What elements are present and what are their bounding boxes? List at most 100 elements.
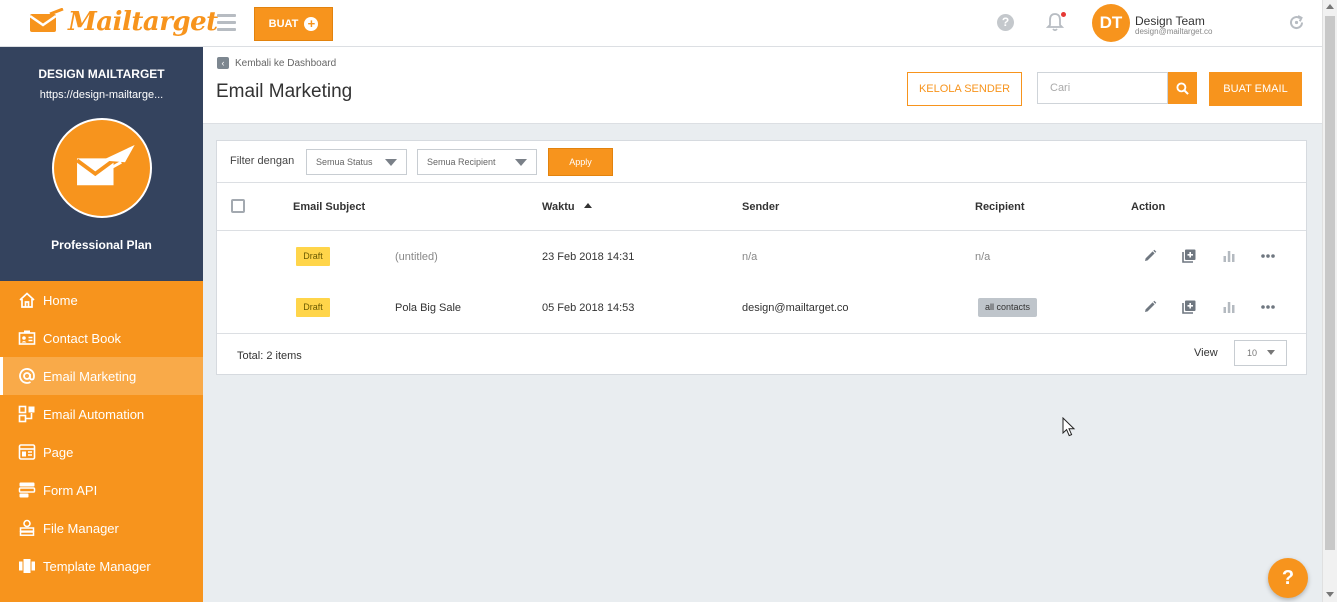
report-chart-icon[interactable] (1221, 299, 1237, 315)
create-button[interactable]: BUAT + (254, 7, 333, 41)
email-subject[interactable]: (untitled) (395, 251, 438, 263)
top-bar: Mailtarget BUAT + ? DT Design Team desig… (0, 0, 1322, 47)
sidebar-item-template-manager[interactable]: Template Manager (0, 547, 203, 585)
table-header: Email Subject Waktu Sender Recipient Act… (217, 183, 1306, 231)
recipient-filter-select[interactable]: Semua Recipient (417, 149, 537, 175)
sidebar-item-page[interactable]: Page (0, 433, 203, 471)
sidebar-item-label: Template Manager (43, 558, 151, 574)
envelope-logo-icon (29, 8, 64, 32)
page-size-select[interactable]: 10 (1234, 340, 1287, 366)
column-email-subject[interactable]: Email Subject (293, 201, 365, 213)
page-scrollbar[interactable] (1322, 0, 1337, 602)
sidebar-item-label: Home (43, 292, 78, 308)
file-manager-icon (19, 519, 35, 536)
email-recipient: n/a (975, 251, 991, 263)
sidebar-item-form-api[interactable]: Form API (0, 471, 203, 509)
email-sender: design@mailtarget.co (742, 302, 849, 314)
create-button-label: BUAT (268, 18, 299, 30)
page-size-value: 10 (1247, 348, 1258, 358)
table-row[interactable]: Draft (untitled) 23 Feb 2018 14:31 n/a n… (217, 231, 1306, 282)
mouse-cursor-icon (1062, 417, 1076, 437)
edit-pencil-icon[interactable] (1142, 299, 1158, 315)
email-time: 23 Feb 2018 14:31 (542, 251, 635, 263)
help-chat-button[interactable]: ? (1268, 558, 1308, 598)
status-badge: Draft (296, 298, 330, 317)
back-link-label: Kembali ke Dashboard (235, 57, 337, 69)
envelope-logo-icon (75, 144, 135, 186)
sidebar-item-email-automation[interactable]: Email Automation (0, 395, 203, 433)
select-all-checkbox[interactable] (231, 199, 245, 213)
chevron-left-icon: ‹ (217, 57, 229, 69)
help-icon[interactable]: ? (997, 14, 1014, 31)
sidebar-item-label: Email Automation (43, 406, 145, 422)
filter-bar: Filter dengan Semua Status Semua Recipie… (217, 141, 1306, 183)
user-email: design@mailtarget.co (1135, 27, 1213, 36)
home-icon (19, 292, 35, 308)
column-recipient[interactable]: Recipient (975, 201, 1025, 213)
report-chart-icon[interactable] (1221, 248, 1237, 264)
email-time: 05 Feb 2018 14:53 (542, 302, 635, 314)
search-input[interactable] (1037, 72, 1168, 104)
edit-pencil-icon[interactable] (1142, 248, 1158, 264)
email-sender: n/a (742, 251, 758, 263)
scroll-down-arrow-icon[interactable] (1326, 592, 1334, 597)
menu-toggle-icon[interactable] (217, 14, 236, 31)
at-sign-icon (19, 368, 35, 384)
email-subject[interactable]: Pola Big Sale (395, 302, 461, 314)
table-footer: Total: 2 items View 10 (217, 333, 1306, 375)
duplicate-icon[interactable] (1181, 248, 1197, 264)
avatar[interactable]: DT (1092, 4, 1130, 42)
sidebar-account-panel: DESIGN MAILTARGET https://design-mailtar… (0, 47, 203, 281)
notification-dot (1061, 12, 1066, 17)
scroll-up-arrow-icon[interactable] (1326, 4, 1334, 9)
search-button[interactable] (1168, 72, 1197, 104)
caret-down-icon (1267, 350, 1275, 355)
sidebar-item-contact-book[interactable]: Contact Book (0, 319, 203, 357)
column-sender[interactable]: Sender (742, 201, 779, 213)
more-options-icon[interactable] (1260, 299, 1276, 315)
refresh-icon[interactable] (1288, 14, 1305, 31)
account-url[interactable]: https://design-mailtarge... (0, 89, 203, 101)
sidebar-item-email-marketing[interactable]: Email Marketing (0, 357, 203, 395)
page-header: ‹ Kembali ke Dashboard Email Marketing K… (203, 47, 1322, 124)
more-options-icon[interactable] (1260, 248, 1276, 264)
email-list-card: Filter dengan Semua Status Semua Recipie… (216, 140, 1307, 375)
search-icon (1176, 81, 1189, 95)
manage-sender-button[interactable]: KELOLA SENDER (907, 72, 1022, 106)
sidebar-item-label: Email Marketing (43, 368, 137, 384)
caret-down-icon (385, 159, 397, 166)
recipient-filter-value: Semua Recipient (427, 157, 496, 167)
status-filter-value: Semua Status (316, 157, 373, 167)
sidebar-item-label: Contact Book (43, 330, 122, 346)
caret-down-icon (515, 159, 527, 166)
sidebar-item-home[interactable]: Home (0, 281, 203, 319)
sort-ascending-icon (583, 203, 592, 208)
column-waktu-label: Waktu (542, 201, 575, 213)
table-row[interactable]: Draft Pola Big Sale 05 Feb 2018 14:53 de… (217, 282, 1306, 333)
duplicate-icon[interactable] (1181, 299, 1197, 315)
contact-card-icon (18, 330, 36, 345)
scroll-thumb[interactable] (1325, 16, 1335, 550)
view-label: View (1194, 347, 1218, 359)
page-title: Email Marketing (216, 81, 353, 102)
apply-filter-button[interactable]: Apply (548, 148, 613, 176)
column-action: Action (1131, 201, 1166, 213)
create-email-button[interactable]: BUAT EMAIL (1209, 72, 1302, 106)
mailtarget-logo[interactable]: Mailtarget (28, 7, 218, 37)
sidebar-item-label: Form API (43, 482, 98, 498)
sidebar: DESIGN MAILTARGET https://design-mailtar… (0, 47, 203, 602)
sidebar-item-label: Page (43, 444, 74, 460)
back-to-dashboard-link[interactable]: ‹ Kembali ke Dashboard (217, 57, 336, 69)
sidebar-item-label: File Manager (43, 520, 119, 536)
plus-circle-icon: + (304, 17, 319, 31)
status-filter-select[interactable]: Semua Status (306, 149, 407, 175)
column-waktu[interactable]: Waktu (542, 201, 592, 213)
logo-text: Mailtarget (68, 7, 218, 37)
total-items: Total: 2 items (237, 350, 302, 362)
plan-label: Professional Plan (51, 238, 152, 252)
account-logo (51, 118, 152, 218)
user-name[interactable]: Design Team (1135, 14, 1205, 28)
status-badge: Draft (296, 247, 330, 266)
automation-icon (18, 405, 35, 423)
sidebar-item-file-manager[interactable]: File Manager (0, 509, 203, 547)
